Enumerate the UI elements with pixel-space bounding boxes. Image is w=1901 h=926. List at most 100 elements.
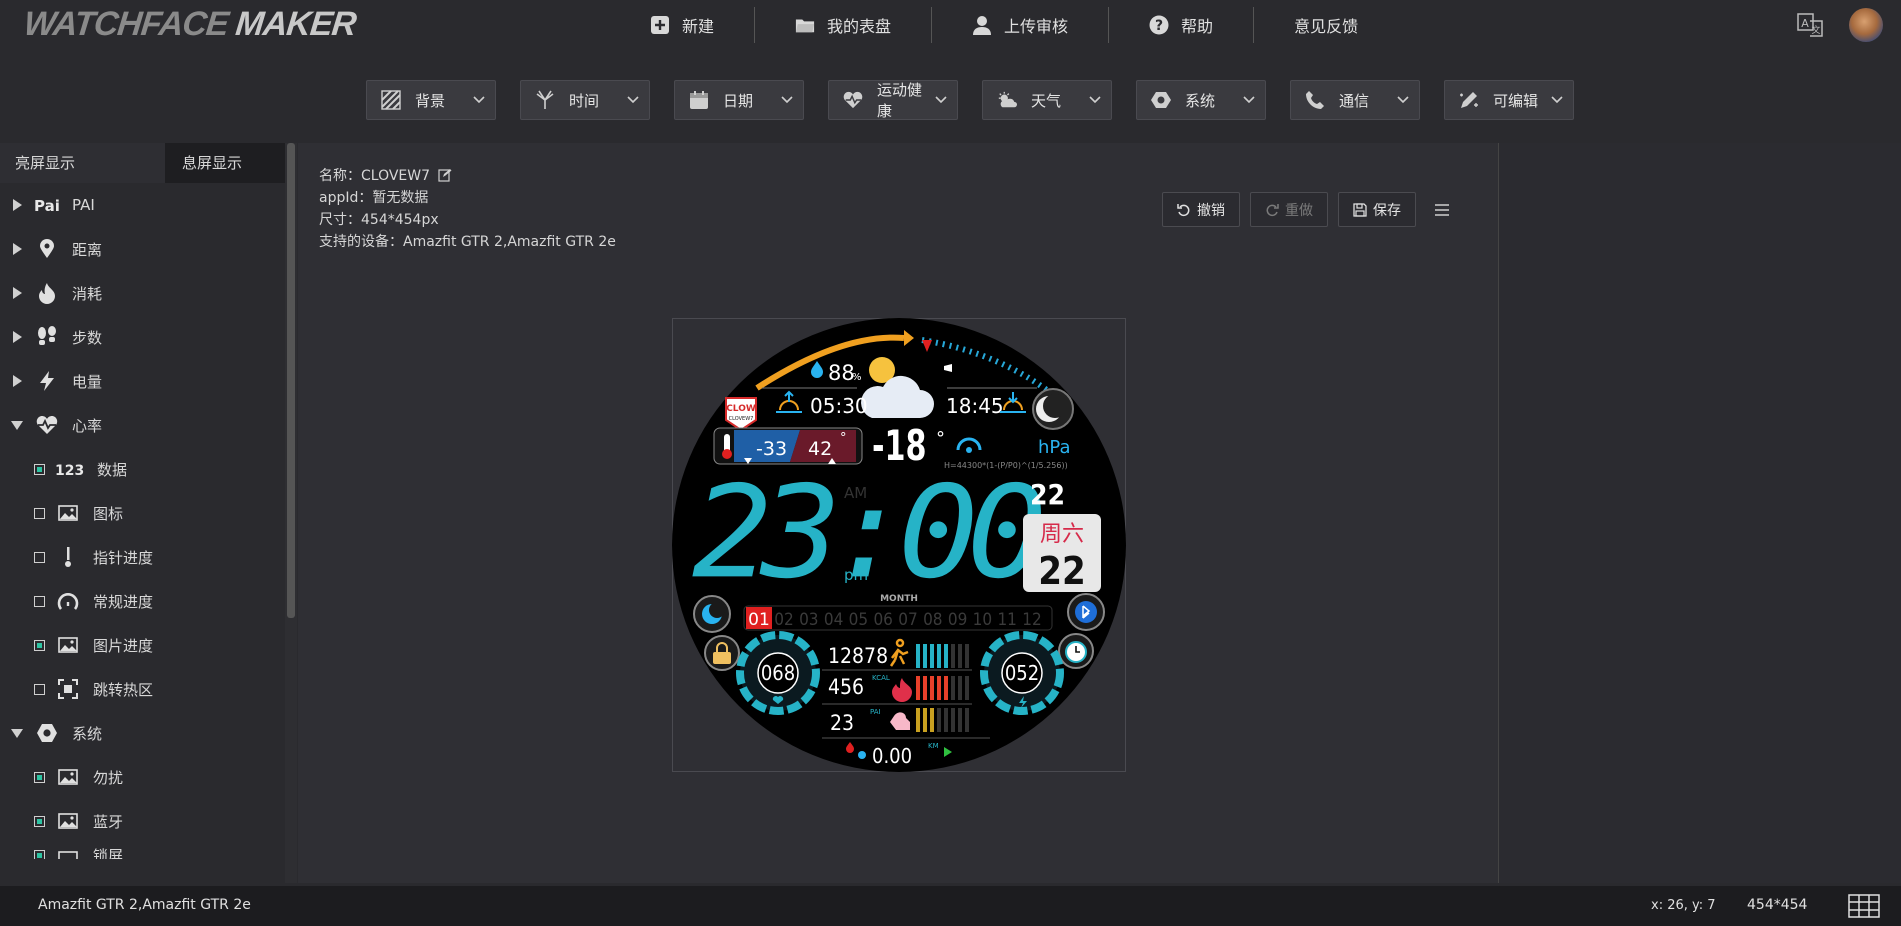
display-mode-tabs: 亮屏显示 息屏显示 <box>0 143 288 183</box>
image-icon <box>55 634 81 656</box>
layer-tree: Pai PAI 距离 消耗 步数 电量 心率 123 数据 图标 指针进度 常规… <box>0 183 285 859</box>
redo-button[interactable]: 重做 <box>1250 192 1328 227</box>
tree-item-calories[interactable]: 消耗 <box>0 271 285 315</box>
toolbar-editable[interactable]: 可编辑 <box>1444 80 1574 120</box>
footprints-icon <box>34 326 60 348</box>
month-item: 04 <box>824 610 843 630</box>
nav-new[interactable]: 新建 <box>610 0 754 50</box>
tree-item-dnd[interactable]: 勿扰 <box>0 755 285 799</box>
status-canvas-size: 454*454 <box>1747 897 1808 913</box>
avatar[interactable] <box>1849 8 1883 42</box>
nav-upload-review[interactable]: 上传审核 <box>932 0 1108 50</box>
caret-right-icon <box>13 243 22 255</box>
tree-item-pai[interactable]: Pai PAI <box>0 183 285 227</box>
nav-new-label: 新建 <box>682 17 715 36</box>
dnd-moon-shadow <box>709 602 725 618</box>
tree-item-distance[interactable]: 距离 <box>0 227 285 271</box>
tree-item-label: 步数 <box>72 328 103 347</box>
checkbox[interactable] <box>34 507 45 519</box>
checkbox[interactable] <box>34 771 45 783</box>
checkbox[interactable] <box>34 683 45 695</box>
sunset-time: 18:45 <box>946 394 1004 418</box>
chevron-down-icon <box>1397 96 1409 104</box>
tree-item-hr-icon[interactable]: 图标 <box>0 491 285 535</box>
hexagon-icon <box>1151 92 1171 108</box>
tree-item-hr-hotzone[interactable]: 跳转热区 <box>0 667 285 711</box>
activity-bar-segment <box>916 644 920 668</box>
undo-button[interactable]: 撤销 <box>1162 192 1240 227</box>
toolbar-system[interactable]: 系统 <box>1136 80 1266 120</box>
tree-item-battery[interactable]: 电量 <box>0 359 285 403</box>
logo-text-maker: MAKER <box>233 4 358 43</box>
nav-my-watchfaces[interactable]: 我的表盘 <box>755 0 931 50</box>
info-appid-row: appId：暂无数据 <box>319 187 616 209</box>
activity-bar-segment <box>965 676 969 700</box>
tree-item-steps[interactable]: 步数 <box>0 315 285 359</box>
checkbox[interactable] <box>34 639 45 651</box>
background-icon <box>381 90 401 110</box>
activity-bar-segment <box>916 676 920 700</box>
tab-active-display[interactable]: 亮屏显示 <box>0 143 165 183</box>
tree-item-hr-pointer[interactable]: 指针进度 <box>0 535 285 579</box>
grid-icon[interactable] <box>1848 894 1880 918</box>
menu-icon[interactable] <box>1434 202 1450 218</box>
tree-item-hr-image-progress[interactable]: 图片进度 <box>0 623 285 667</box>
activity-bar-segment <box>951 708 955 732</box>
toolbar-sport-health-label: 运动健康 <box>877 81 923 120</box>
tree-item-hr-data[interactable]: 123 数据 <box>0 447 285 491</box>
toolbar-sport-health[interactable]: 运动健康 <box>828 80 958 120</box>
redo-label: 重做 <box>1285 202 1313 219</box>
watchface-canvas[interactable]: 88 % 05:30 18:45 CLOW CLOVEW7 -33 42 ° -… <box>672 318 1126 772</box>
info-name-label: 名称： <box>319 168 361 184</box>
toolbar-date[interactable]: 日期 <box>674 80 804 120</box>
info-name-row: 名称：CLOVEW7 <box>319 165 616 187</box>
scrollbar-thumb[interactable] <box>287 143 295 618</box>
activity-bar-segment <box>937 644 941 668</box>
checkbox[interactable] <box>34 463 45 475</box>
nav-feedback[interactable]: 意见反馈 <box>1254 0 1398 50</box>
checkbox[interactable] <box>34 815 45 827</box>
tree-item-heart-rate[interactable]: 心率 <box>0 403 285 447</box>
toolbar-date-label: 日期 <box>723 91 754 110</box>
svg-text:123: 123 <box>55 463 84 477</box>
location-pin-icon <box>34 238 60 260</box>
activity-bar-segment <box>951 644 955 668</box>
caret-down-icon <box>11 729 23 738</box>
kcal-label: KCAL <box>872 674 890 682</box>
checkbox[interactable] <box>34 850 45 859</box>
info-size-row: 尺寸：454*454px <box>319 209 616 231</box>
watchface-preview[interactable]: 88 % 05:30 18:45 CLOW CLOVEW7 -33 42 ° -… <box>672 318 1126 772</box>
edit-name-icon[interactable] <box>438 168 452 182</box>
distance-value: 0.00 <box>872 744 912 768</box>
tree-item-system[interactable]: 系统 <box>0 711 285 755</box>
nav-help[interactable]: ? 帮助 <box>1109 0 1253 50</box>
tree-item-label: 电量 <box>72 372 103 391</box>
number-123-icon: 123 <box>55 458 85 480</box>
tree-item-label: 心率 <box>72 416 103 435</box>
pointer-icon <box>55 546 81 568</box>
month-item: 11 <box>997 610 1016 630</box>
toolbar-time[interactable]: 时间 <box>520 80 650 120</box>
checkbox[interactable] <box>34 595 45 607</box>
edit-icon <box>1460 92 1478 108</box>
info-appid-value: 暂无数据 <box>372 190 429 206</box>
tree-item-hr-gauge[interactable]: 常规进度 <box>0 579 285 623</box>
save-button[interactable]: 保存 <box>1338 192 1416 227</box>
toolbar-background[interactable]: 背景 <box>366 80 496 120</box>
toolbar-editable-label: 可编辑 <box>1493 91 1539 110</box>
logo-text-watchface: WATCHFACE <box>22 4 230 43</box>
tree-item-lock[interactable]: 锁屏 <box>0 843 285 859</box>
translate-icon[interactable]: A文 <box>1797 13 1823 37</box>
toolbar-communication[interactable]: 通信 <box>1290 80 1420 120</box>
month-item: 12 <box>1022 610 1041 630</box>
tab-aod-display[interactable]: 息屏显示 <box>165 143 287 183</box>
activity-bar-segment <box>944 644 948 668</box>
tree-item-label: 消耗 <box>72 284 103 303</box>
toolbar-weather[interactable]: 天气 <box>982 80 1112 120</box>
info-devices-row: 支持的设备：Amazfit GTR 2,Amazfit GTR 2e <box>319 231 616 253</box>
caret-right-icon <box>13 199 22 211</box>
heart-pulse-icon <box>843 91 863 109</box>
checkbox[interactable] <box>34 551 45 563</box>
tree-item-bluetooth[interactable]: 蓝牙 <box>0 799 285 843</box>
pm-indicator: pm <box>844 566 868 584</box>
